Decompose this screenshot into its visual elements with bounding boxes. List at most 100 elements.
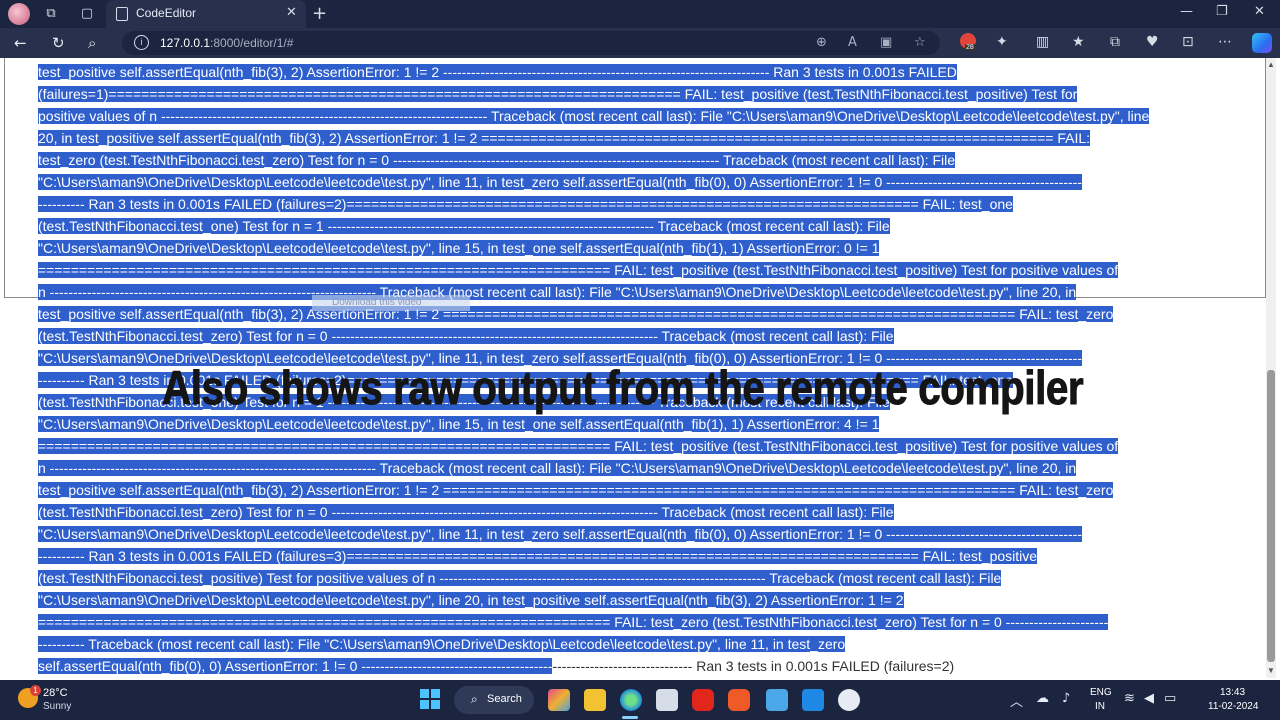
output-line-selected-text: (test.TestNthFibonacci.test_zero) Test f… (38, 504, 894, 520)
clock-date[interactable]: 11-02-2024 (1208, 701, 1258, 712)
favorites-icon[interactable]: ★ (1072, 34, 1085, 50)
output-line: ---------- Ran 3 tests in 0.001s FAILED … (38, 193, 1262, 215)
weather-desc[interactable]: Sunny (43, 701, 71, 712)
output-line: (test.TestNthFibonacci.test_one) Test fo… (38, 215, 1262, 237)
page-icon (116, 7, 128, 21)
output-line-selected-text: (failures=1)============================… (38, 86, 1078, 102)
extensions-puzzle-icon[interactable]: ✦ (996, 34, 1008, 50)
output-line: (test.TestNthFibonacci.test_zero) Test f… (38, 325, 1262, 347)
output-line-selected-text: test_positive self.assertEqual(nth_fib(3… (38, 482, 1114, 498)
language-code[interactable]: ENG (1090, 687, 1112, 698)
active-app-indicator (622, 716, 638, 719)
taskbar-search[interactable]: ⌕ Search (454, 686, 534, 714)
notepad-icon[interactable] (766, 689, 788, 711)
window-close-icon[interactable]: ✕ (1254, 4, 1265, 19)
output-line-selected-text: "C:\Users\aman9\OneDrive\Desktop\Leetcod… (38, 240, 880, 256)
collections-icon[interactable]: ⧉ (1110, 34, 1120, 50)
microphone-icon[interactable]: ♪ (1062, 691, 1070, 706)
photos-app-icon[interactable] (656, 689, 678, 711)
weather-temp[interactable]: 28°C (43, 687, 68, 699)
edge-browser-icon[interactable] (620, 689, 642, 711)
output-line-selected-text: test_positive self.assertEqual(nth_fib(3… (38, 64, 957, 80)
url-path: :8000/editor/1/# (210, 36, 294, 50)
search-icon[interactable]: ⌕ (88, 34, 96, 52)
volume-icon[interactable]: ◀ (1144, 691, 1154, 706)
workspaces-icon[interactable]: ⧉ (42, 5, 60, 23)
output-line: test_zero (test.TestNthFibonacci.test_ze… (38, 149, 1262, 171)
copilot-app-icon[interactable] (548, 689, 570, 711)
read-aloud-icon[interactable]: A (848, 35, 857, 50)
output-line: ========================================… (38, 259, 1262, 281)
tray-overflow-chevron-icon[interactable]: ︿ (1010, 691, 1023, 710)
output-line: "C:\Users\aman9\OneDrive\Desktop\Leetcod… (38, 589, 1262, 611)
clock-time[interactable]: 13:43 (1220, 687, 1245, 698)
vscode-icon[interactable] (802, 689, 824, 711)
browser-toolbar: ← ↻ ⌕ i 127.0.0.1:8000/editor/1/# ⊕ A ▣ … (0, 28, 1280, 58)
output-line-selected-text: ========================================… (38, 614, 1109, 630)
refresh-icon[interactable]: ↻ (52, 34, 65, 52)
output-line-selected-text: test_zero (test.TestNthFibonacci.test_ze… (38, 152, 956, 168)
output-line-selected-text: ========================================… (38, 438, 1119, 454)
scrollbar-thumb[interactable] (1267, 370, 1275, 662)
extension-badge-count: 28 (965, 44, 975, 51)
new-tab-plus-icon[interactable]: + (312, 3, 327, 24)
output-line: positive values of n -------------------… (38, 105, 1262, 127)
more-menu-icon[interactable]: ⋯ (1218, 34, 1232, 50)
brave-browser-icon[interactable] (728, 689, 750, 711)
output-line: "C:\Users\aman9\OneDrive\Desktop\Leetcod… (38, 523, 1262, 545)
output-line: "C:\Users\aman9\OneDrive\Desktop\Leetcod… (38, 171, 1262, 193)
browser-essentials-icon[interactable]: ♥ (1146, 34, 1159, 50)
taskbar-search-icon: ⌕ (471, 692, 478, 706)
favorite-star-icon[interactable]: ☆ (914, 35, 926, 50)
weather-badge: 1 (30, 685, 41, 696)
url-host: 127.0.0.1 (160, 36, 211, 50)
output-line-selected-text: positive values of n -------------------… (38, 108, 1150, 124)
output-line-selected-text: ========================================… (38, 262, 1119, 278)
tab-actions-icon[interactable]: ▢ (78, 5, 96, 23)
output-line: ---------- Traceback (most recent call l… (38, 633, 1262, 655)
maximize-icon[interactable]: ❐ (1216, 4, 1228, 19)
scroll-up-icon[interactable]: ▲ (1267, 60, 1275, 69)
scroll-down-icon[interactable]: ▼ (1267, 666, 1275, 675)
youtube-icon[interactable] (692, 689, 714, 711)
start-windows-icon[interactable] (420, 689, 440, 709)
tab-codeeditor[interactable]: CodeEditor ✕ (106, 0, 306, 28)
copilot-icon[interactable] (1252, 33, 1272, 53)
output-line-selected-text: n --------------------------------------… (38, 460, 1077, 476)
back-arrow-icon[interactable]: ← (14, 34, 27, 52)
output-line-selected-text: ---------- Ran 3 tests in 0.001s FAILED … (38, 548, 1038, 564)
output-line-selected-text: (test.TestNthFibonacci.test_one) Test fo… (38, 218, 890, 234)
immersive-reader-icon[interactable]: ▣ (880, 35, 892, 50)
output-line: ========================================… (38, 611, 1262, 633)
output-line-selected-text: "C:\Users\aman9\OneDrive\Desktop\Leetcod… (38, 592, 904, 608)
battery-icon[interactable]: ▭ (1164, 691, 1176, 706)
output-line: "C:\Users\aman9\OneDrive\Desktop\Leetcod… (38, 413, 1262, 435)
output-line: ---------- Ran 3 tests in 0.001s FAILED … (38, 545, 1262, 567)
chrome-icon[interactable] (838, 689, 860, 711)
file-explorer-icon[interactable] (584, 689, 606, 711)
close-tab-icon[interactable]: ✕ (286, 5, 297, 20)
url-text[interactable]: 127.0.0.1:8000/editor/1/# (160, 36, 293, 50)
zoom-icon[interactable]: ⊕ (816, 35, 827, 50)
address-bar[interactable]: i 127.0.0.1:8000/editor/1/# ⊕ A ▣ ☆ (122, 31, 940, 55)
output-line-selected-text: n --------------------------------------… (38, 284, 1077, 300)
site-info-icon[interactable]: i (134, 35, 149, 50)
video-caption: Also shows raw output from the remote co… (162, 361, 1085, 415)
download-video-chip[interactable]: Download this video (312, 295, 470, 311)
output-line-selected-text: test_positive self.assertEqual(nth_fib(3… (38, 306, 1114, 322)
screenshot-icon[interactable]: ⊡ (1182, 34, 1194, 50)
cloud-icon[interactable]: ☁ (1036, 691, 1049, 706)
minimize-icon[interactable]: — (1180, 4, 1193, 19)
split-screen-icon[interactable]: ▥ (1036, 34, 1049, 50)
output-line-selected-text: ---------- Ran 3 tests in 0.001s FAILED … (38, 196, 1013, 212)
profile-avatar-icon[interactable] (8, 3, 30, 25)
browser-tab-bar: ⧉ ▢ CodeEditor ✕ + — ❐ ✕ (0, 0, 1280, 28)
language-region[interactable]: IN (1095, 701, 1105, 712)
output-line-unselected-text: ------------------------------ Ran 3 tes… (552, 658, 955, 674)
tab-title: CodeEditor (136, 6, 197, 20)
output-line-selected-text: ---------- Traceback (most recent call l… (38, 636, 846, 652)
windows-taskbar: 1 28°C Sunny ⌕ Search ︿ ☁ ♪ ENG IN ≋ ◀ ▭… (0, 680, 1280, 720)
output-line-selected-text: (test.TestNthFibonacci.test_zero) Test f… (38, 328, 894, 344)
wifi-icon[interactable]: ≋ (1124, 691, 1135, 706)
output-line: (test.TestNthFibonacci.test_positive) Te… (38, 567, 1262, 589)
